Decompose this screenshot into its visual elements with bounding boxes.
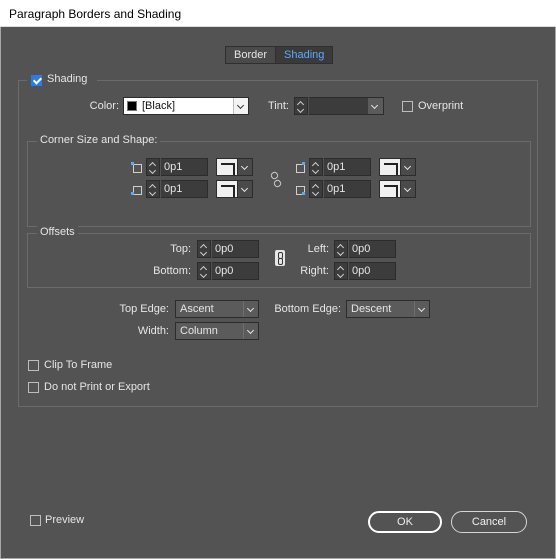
corner-top-right-icon xyxy=(294,162,305,173)
offset-right-stepper[interactable]: 0p0 xyxy=(334,262,396,280)
clip-to-frame-checkbox[interactable] xyxy=(28,360,39,371)
corner-bottom-left-icon xyxy=(131,184,142,195)
offset-right-field[interactable]: 0p0 xyxy=(349,262,396,280)
tab-bar: Border Shading xyxy=(225,46,334,64)
spinner-up-down-icon[interactable] xyxy=(309,180,323,198)
tab-shading[interactable]: Shading xyxy=(275,47,333,63)
offset-top-field[interactable]: 0p0 xyxy=(212,240,259,258)
corner-bottom-right-icon xyxy=(294,184,305,195)
offsets-legend: Offsets xyxy=(37,226,78,238)
overprint-label: Overprint xyxy=(418,100,464,112)
chevron-down-icon xyxy=(243,301,258,317)
tint-dropdown[interactable] xyxy=(368,97,384,115)
shading-label: Shading xyxy=(47,73,88,85)
do-not-print-label: Do not Print or Export xyxy=(44,381,150,393)
top-edge-value: Ascent xyxy=(180,303,214,315)
spinner-up-down-icon[interactable] xyxy=(309,158,323,176)
corner-top-left-field[interactable]: 0p1 xyxy=(161,158,208,176)
color-value: [Black] xyxy=(142,100,176,112)
offset-left-label: Left: xyxy=(307,243,329,255)
spinner-up-down-icon[interactable] xyxy=(146,180,160,198)
spinner-up-down-icon[interactable] xyxy=(294,97,308,115)
bottom-edge-label: Bottom Edge: xyxy=(274,303,341,315)
clip-to-frame-label: Clip To Frame xyxy=(44,359,113,371)
offset-left-stepper[interactable]: 0p0 xyxy=(334,240,396,258)
chevron-down-icon xyxy=(401,158,416,176)
corner-top-left-icon xyxy=(131,162,142,173)
corner-bottom-right-field[interactable]: 0p1 xyxy=(324,180,371,198)
corner-legend: Corner Size and Shape: xyxy=(37,134,161,146)
overprint-checkbox[interactable] xyxy=(402,101,413,112)
corner-bottom-left-field[interactable]: 0p1 xyxy=(161,180,208,198)
dialog-body: Border Shading Shading Color: [Black] Ti… xyxy=(0,27,556,559)
title-bar: Paragraph Borders and Shading xyxy=(0,0,556,27)
corner-top-right-shape[interactable] xyxy=(379,158,417,176)
corner-top-left-shape[interactable] xyxy=(216,158,254,176)
color-label: Color: xyxy=(89,100,119,112)
bottom-edge-value: Descent xyxy=(351,303,392,315)
corner-shape-icon xyxy=(379,158,401,176)
do-not-print-checkbox[interactable] xyxy=(28,382,39,393)
color-swatch xyxy=(127,101,137,111)
color-dropdown[interactable]: [Black] xyxy=(123,97,249,115)
corner-bottom-right-shape[interactable] xyxy=(379,180,417,198)
chevron-down-icon xyxy=(238,180,253,198)
offset-right-label: Right: xyxy=(300,265,329,277)
corner-top-left-stepper[interactable]: 0p1 xyxy=(146,158,208,176)
spinner-up-down-icon[interactable] xyxy=(197,262,211,280)
chevron-down-icon xyxy=(238,158,253,176)
offset-left-field[interactable]: 0p0 xyxy=(349,240,396,258)
cancel-button[interactable]: Cancel xyxy=(451,511,527,533)
shading-checkbox-row[interactable]: Shading xyxy=(27,72,97,88)
corner-top-right-field[interactable]: 0p1 xyxy=(324,158,371,176)
chevron-down-icon xyxy=(233,98,248,114)
corner-shape-icon xyxy=(216,180,238,198)
window-title: Paragraph Borders and Shading xyxy=(9,7,182,21)
tab-border[interactable]: Border xyxy=(226,47,276,63)
offset-bottom-field[interactable]: 0p0 xyxy=(212,262,259,280)
width-dropdown[interactable]: Column xyxy=(175,322,259,340)
chevron-down-icon xyxy=(401,180,416,198)
spinner-up-down-icon[interactable] xyxy=(146,158,160,176)
spinner-up-down-icon[interactable] xyxy=(334,262,348,280)
spinner-up-down-icon[interactable] xyxy=(197,240,211,258)
offset-bottom-stepper[interactable]: 0p0 xyxy=(197,262,259,280)
ok-button[interactable]: OK xyxy=(368,511,442,533)
corner-bottom-left-shape[interactable] xyxy=(216,180,254,198)
width-value: Column xyxy=(180,325,218,337)
shading-checkbox[interactable] xyxy=(31,75,42,86)
corner-shape-icon xyxy=(379,180,401,198)
top-edge-label: Top Edge: xyxy=(119,303,169,315)
chevron-down-icon xyxy=(414,301,429,317)
corner-bottom-right-stepper[interactable]: 0p1 xyxy=(309,180,371,198)
offset-top-label: Top: xyxy=(170,243,191,255)
corner-bottom-left-stepper[interactable]: 0p1 xyxy=(146,180,208,198)
preview-checkbox[interactable] xyxy=(30,515,41,526)
top-edge-dropdown[interactable]: Ascent xyxy=(175,300,259,318)
tint-field[interactable] xyxy=(309,97,369,115)
spinner-up-down-icon[interactable] xyxy=(334,240,348,258)
offset-bottom-label: Bottom: xyxy=(153,265,191,277)
offset-top-stepper[interactable]: 0p0 xyxy=(197,240,259,258)
preview-label: Preview xyxy=(45,514,85,526)
chevron-down-icon xyxy=(243,323,258,339)
chevron-down-icon xyxy=(368,98,383,114)
corner-shape-icon xyxy=(216,158,238,176)
width-label: Width: xyxy=(137,325,169,337)
corner-top-right-stepper[interactable]: 0p1 xyxy=(309,158,371,176)
bottom-edge-dropdown[interactable]: Descent xyxy=(346,300,430,318)
tint-label: Tint: xyxy=(268,100,289,112)
link-broken-icon[interactable] xyxy=(269,171,281,187)
